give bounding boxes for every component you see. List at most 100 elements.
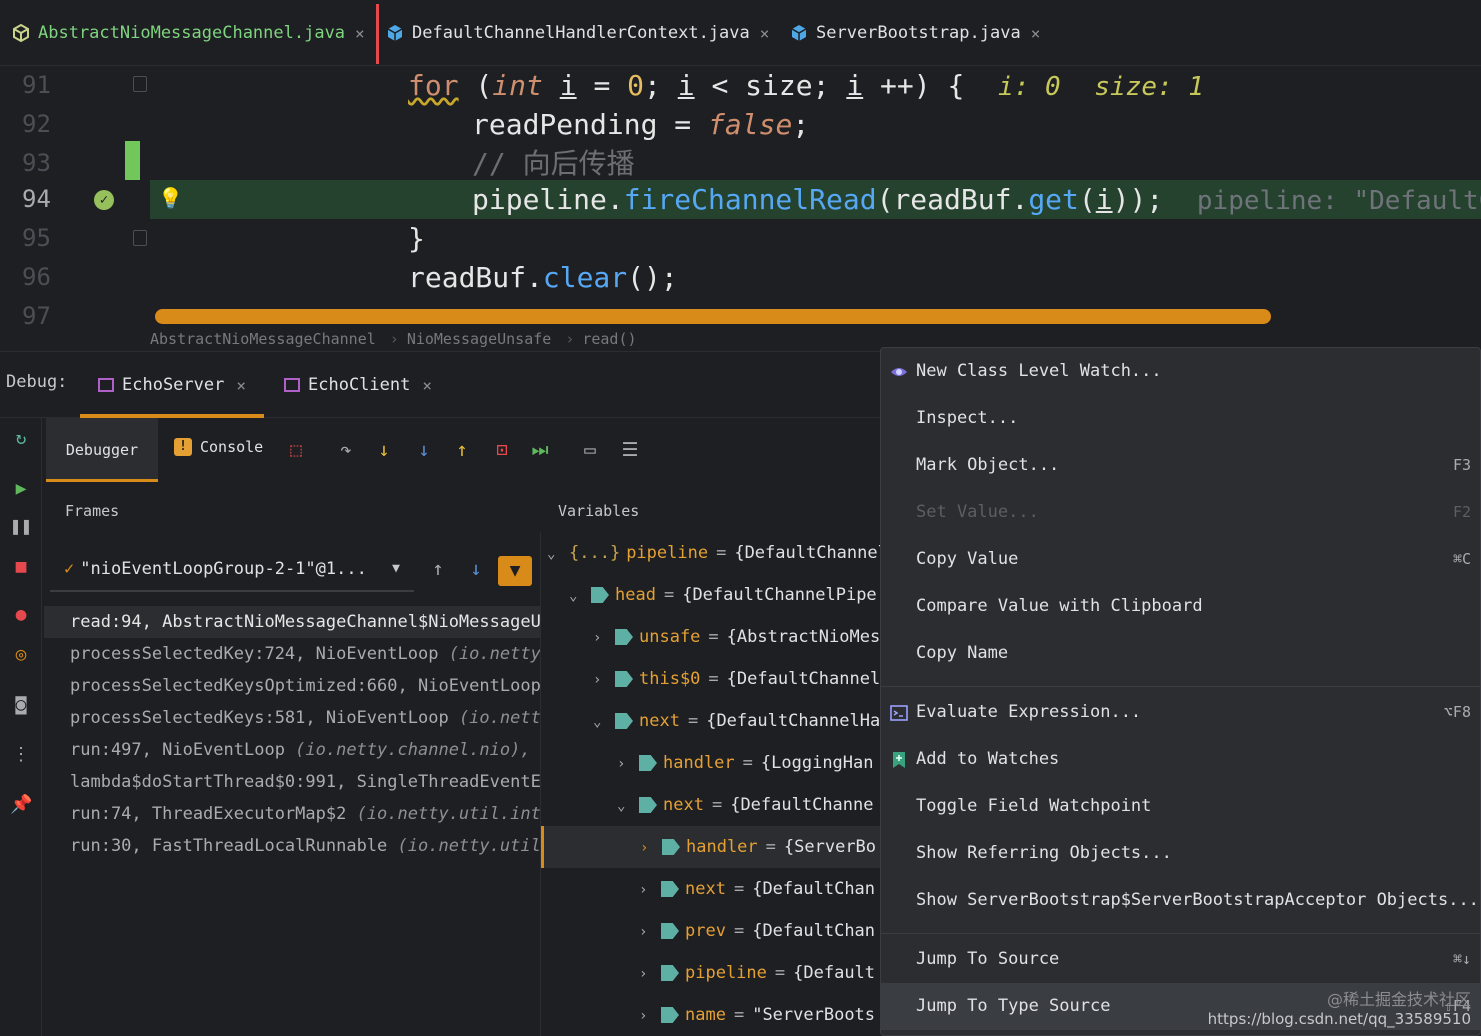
line-number: 92 bbox=[22, 110, 51, 138]
field-icon bbox=[615, 713, 633, 729]
code-line-91: for (int i = 0; i < size; i ++) { i: 0 s… bbox=[408, 69, 1204, 102]
pause-icon[interactable]: ❚❚ bbox=[10, 516, 32, 538]
chevron-down-icon[interactable]: ⌄ bbox=[617, 785, 635, 827]
editor-tab-serverbootstrap[interactable]: ServerBootstrap.java × bbox=[790, 0, 1040, 66]
arrow-down-icon[interactable]: ↓ bbox=[464, 558, 488, 582]
java-class-icon bbox=[387, 25, 403, 41]
close-icon[interactable]: × bbox=[1031, 24, 1041, 43]
code-line-93: // 向后传播 bbox=[472, 147, 635, 180]
warning-icon: ! bbox=[174, 438, 192, 456]
close-icon[interactable]: × bbox=[760, 24, 770, 43]
frame-item[interactable]: processSelectedKeysOptimized:660, NioEve… bbox=[44, 670, 540, 702]
chevron-down-icon[interactable]: ⌄ bbox=[593, 701, 611, 743]
mute-breakpoints-icon[interactable]: ◎ bbox=[10, 644, 32, 666]
chevron-right-icon[interactable]: › bbox=[593, 659, 611, 701]
menu-item-jump-to-source[interactable]: Jump To Source ⌘↓ bbox=[881, 936, 1481, 983]
run-to-cursor-icon[interactable]: ⊡ bbox=[490, 438, 514, 462]
menu-item-show-acceptor-objects[interactable]: Show ServerBootstrap$ServerBootstrapAcce… bbox=[881, 877, 1481, 924]
menu-item-add-to-watches[interactable]: Add to Watches bbox=[881, 736, 1481, 783]
arrow-up-icon[interactable]: ↑ bbox=[426, 558, 450, 582]
close-icon[interactable]: × bbox=[355, 24, 365, 43]
variable-row-selected[interactable]: › handler = {ServerBo bbox=[541, 826, 880, 868]
chevron-right-icon[interactable]: › bbox=[639, 995, 657, 1036]
menu-item-compare-value[interactable]: Compare Value with Clipboard bbox=[881, 583, 1481, 630]
field-icon bbox=[615, 671, 633, 687]
trace-settings-icon[interactable]: ☰ bbox=[618, 438, 642, 462]
menu-item-inspect[interactable]: Inspect... bbox=[881, 395, 1481, 442]
stop-icon[interactable]: ■ bbox=[10, 556, 32, 578]
variable-row[interactable]: ⌄{...}pipeline={DefaultChannelPi bbox=[541, 532, 880, 574]
chevron-right-icon[interactable]: › bbox=[639, 911, 657, 953]
evaluate-expression-icon[interactable]: ▭ bbox=[578, 438, 602, 462]
rerun-icon[interactable]: ↻ bbox=[10, 428, 32, 450]
thread-selector[interactable]: ✓ "nioEventLoopGroup-2-1"@1... ▼ bbox=[50, 546, 414, 592]
line-number: 97 bbox=[22, 302, 51, 328]
chevron-down-icon[interactable]: ⌄ bbox=[547, 533, 565, 575]
frame-item[interactable]: processSelectedKeys:581, NioEventLoop (i… bbox=[44, 702, 540, 734]
menu-item-mark-object[interactable]: Mark Object... F3 bbox=[881, 442, 1481, 489]
editor-gutter[interactable]: 91 92 93 94 95 96 97 ✓ bbox=[0, 66, 150, 328]
close-icon[interactable]: × bbox=[422, 376, 432, 395]
debug-label: Debug: bbox=[6, 372, 68, 392]
variable-row[interactable]: ⌄ next = {DefaultChannelHa bbox=[541, 700, 880, 742]
inline-value-hint: i: 0 bbox=[998, 72, 1061, 102]
frame-item[interactable]: read:94, AbstractNioMessageChannel$NioMe… bbox=[44, 606, 540, 638]
close-icon[interactable]: × bbox=[236, 376, 246, 395]
chevron-right-icon[interactable]: › bbox=[593, 617, 611, 659]
field-icon bbox=[639, 797, 657, 813]
variable-row[interactable]: › this$0 = {DefaultChannel bbox=[541, 658, 880, 700]
variable-row[interactable]: › unsafe = {AbstractNioMes bbox=[541, 616, 880, 658]
debug-tab-echoclient[interactable]: EchoClient × bbox=[284, 352, 432, 418]
chevron-right-icon[interactable]: › bbox=[640, 827, 658, 869]
chevron-right-icon[interactable]: › bbox=[639, 953, 657, 995]
variable-row[interactable]: › prev = {DefaultChan bbox=[541, 910, 880, 952]
frame-item[interactable]: run:74, ThreadExecutorMap$2 (io.netty.ut… bbox=[44, 798, 540, 830]
code-editor[interactable]: 91 92 93 94 95 96 97 ✓ 💡 for (int i = 0;… bbox=[0, 66, 1481, 328]
variable-row[interactable]: › next = {DefaultChan bbox=[541, 868, 880, 910]
menu-item-new-class-level-watch[interactable]: New Class Level Watch... bbox=[881, 348, 1481, 395]
filter-icon[interactable]: ▼ bbox=[498, 556, 532, 586]
frame-item[interactable]: lambda$doStartThread$0:991, SingleThread… bbox=[44, 766, 540, 798]
camera-icon[interactable]: ◙ bbox=[10, 694, 32, 716]
step-out-icon[interactable]: ↑ bbox=[450, 438, 474, 462]
fold-icon[interactable] bbox=[133, 230, 147, 246]
pin-icon[interactable]: 📌 bbox=[10, 794, 32, 816]
force-step-into-icon[interactable]: ↓ bbox=[412, 438, 436, 462]
variable-row[interactable]: › name = "ServerBoots bbox=[541, 994, 880, 1036]
breadcrumb-item[interactable]: NioMessageUnsafe bbox=[407, 330, 552, 348]
view-breakpoints-icon[interactable]: ● bbox=[10, 604, 32, 626]
menu-item-show-referring-objects[interactable]: Show Referring Objects... bbox=[881, 830, 1481, 877]
frame-item[interactable]: run:497, NioEventLoop (io.netty.channel.… bbox=[44, 734, 540, 766]
resume-to-end-icon[interactable]: ⏭ bbox=[528, 438, 552, 462]
chevron-right-icon[interactable]: › bbox=[639, 869, 657, 911]
variable-row[interactable]: › pipeline = {Default bbox=[541, 952, 880, 994]
chevron-right-icon[interactable]: › bbox=[617, 743, 635, 785]
variable-row[interactable]: ⌄ next = {DefaultChanne bbox=[541, 784, 880, 826]
horizontal-scrollbar[interactable] bbox=[155, 309, 1271, 324]
menu-item-set-value[interactable]: Set Value... F2 bbox=[881, 489, 1481, 536]
layout-icon[interactable]: ⬚ bbox=[284, 438, 308, 462]
menu-item-evaluate-expression[interactable]: Evaluate Expression... ⌥F8 bbox=[881, 689, 1481, 736]
breakpoint-check-icon[interactable]: ✓ bbox=[94, 190, 114, 210]
tab-debugger[interactable]: Debugger bbox=[46, 418, 158, 482]
vcs-change-marker[interactable] bbox=[125, 141, 140, 180]
chevron-down-icon[interactable]: ⌄ bbox=[569, 575, 587, 617]
editor-tab-defaultchannelhandlercontext[interactable]: DefaultChannelHandlerContext.java × bbox=[386, 0, 769, 66]
menu-item-copy-value[interactable]: Copy Value ⌘C bbox=[881, 536, 1481, 583]
variable-row[interactable]: ⌄ head = {DefaultChannelPipe bbox=[541, 574, 880, 616]
debug-tab-echoserver[interactable]: EchoServer × bbox=[80, 352, 264, 418]
fold-icon[interactable] bbox=[133, 76, 147, 92]
tab-console[interactable]: ! Console bbox=[174, 438, 263, 456]
frame-item[interactable]: processSelectedKey:724, NioEventLoop (io… bbox=[44, 638, 540, 670]
resume-icon[interactable]: ▶ bbox=[10, 478, 32, 500]
step-into-icon[interactable]: ↓ bbox=[372, 438, 396, 462]
step-over-icon[interactable]: ↷ bbox=[334, 438, 358, 462]
variable-row[interactable]: › handler = {LoggingHan bbox=[541, 742, 880, 784]
breadcrumb-item[interactable]: read() bbox=[582, 330, 636, 348]
menu-item-toggle-field-watchpoint[interactable]: Toggle Field Watchpoint bbox=[881, 783, 1481, 830]
breadcrumb-item[interactable]: AbstractNioMessageChannel bbox=[150, 330, 376, 348]
more-icon[interactable]: ⋮ bbox=[10, 744, 32, 766]
editor-tab-abstractniomessagechannel[interactable]: AbstractNioMessageChannel.java × bbox=[12, 0, 379, 66]
frame-item[interactable]: run:30, FastThreadLocalRunnable (io.nett… bbox=[44, 830, 540, 862]
menu-item-copy-name[interactable]: Copy Name bbox=[881, 630, 1481, 677]
